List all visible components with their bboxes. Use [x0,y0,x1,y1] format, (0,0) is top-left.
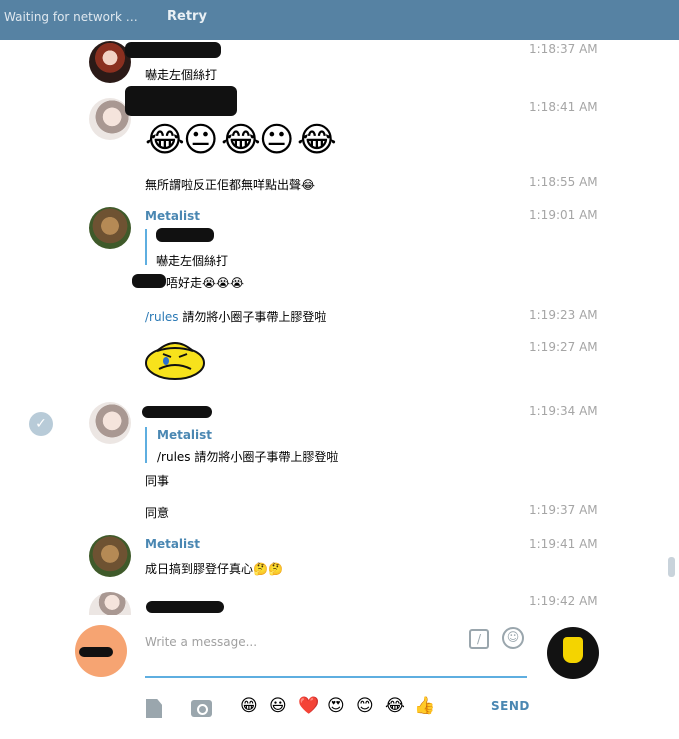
message-text-body: 請勿將小圈子事帶上膠登啦 [178,310,327,324]
quoted-sender[interactable]: Metalist [157,428,212,442]
message-text: /rules 請勿將小圈子事帶上膠登啦 [145,308,326,325]
reply-quote-bar [145,229,147,265]
bot-commands-icon[interactable]: / [469,629,489,649]
message-time: 1:18:55 AM [529,175,598,189]
quoted-text: 嚇走左個絲打 [156,254,229,268]
message-time: 1:19:42 AM [529,594,598,608]
input-underline [145,676,527,678]
message-text: 唔好走😭😭😭 [166,276,245,290]
message-time: 1:19:27 AM [529,340,598,354]
emoji-laugh-cry: 😂 [221,120,261,160]
redacted-name [156,228,214,242]
send-button[interactable]: SEND [491,699,530,713]
quick-emoji-smile[interactable]: 😃 [269,696,287,716]
camera-icon[interactable] [191,700,212,717]
composer: Write a message... / ☺ 😁 😃 ❤️ 😍 😊 😂 👍 SE… [0,615,679,739]
message-time: 1:19:41 AM [529,537,598,551]
quick-emoji-laugh-cry[interactable]: 😂 [385,696,405,716]
message-text: 成日搞到膠登仔真心🤔🤔 [145,562,283,576]
message-time: 1:19:37 AM [529,503,598,517]
reply-quote-bar [145,427,147,463]
chat-avatar[interactable] [547,627,599,679]
quick-emoji-thumbs-up[interactable]: 👍 [414,696,435,716]
redacted-text [132,274,166,288]
redacted-name [79,647,113,657]
message-time: 1:19:23 AM [529,308,598,322]
quick-emoji-grin[interactable]: 😁 [240,696,258,716]
retry-button[interactable]: Retry [167,9,207,24]
message-time: 1:18:37 AM [529,42,598,56]
emoji-picker-icon[interactable]: ☺ [502,627,524,649]
message-time: 1:19:01 AM [529,208,598,222]
quick-emoji-blush[interactable]: 😊 [356,696,374,716]
message-text: 同事 [145,474,170,488]
quick-emoji-heart-eyes[interactable]: 😍 [327,696,345,716]
self-avatar[interactable] [75,625,127,677]
emoji-laugh-cry: 😂 [297,120,337,160]
checkmark-icon[interactable]: ✓ [29,412,53,436]
bot-command-link[interactable]: /rules [145,310,179,324]
message-text: 嚇走左個絲打 [145,68,218,82]
sender-name[interactable]: Metalist [145,537,200,551]
scrollbar-thumb[interactable] [668,557,675,577]
crying-duck-sticker[interactable] [145,339,205,381]
avatar[interactable] [89,207,131,249]
message-text: 無所謂啦反正佢都無咩點出聲😂 [145,178,316,192]
emoji-laugh-cry: 😂 [145,120,185,160]
redacted-name [142,406,212,418]
quoted-text: /rules 請勿將小圈子事帶上膠登啦 [157,450,339,464]
connection-bar: Waiting for network … Retry [0,0,679,40]
sender-name[interactable]: Metalist [145,209,200,223]
attach-file-icon[interactable] [146,699,162,718]
message-time: 1:18:41 AM [529,100,598,114]
emoji-neutral: 😐 [183,120,219,160]
connection-status: Waiting for network … [4,10,138,24]
message-input[interactable]: Write a message... [145,635,257,649]
redacted-name [125,42,221,58]
message-time: 1:19:34 AM [529,404,598,418]
redacted-name [125,86,237,116]
avatar[interactable] [89,402,131,444]
redacted-name [146,601,224,613]
emoji-neutral: 😐 [259,120,295,160]
message-text: 同意 [145,506,170,520]
quick-emoji-heart[interactable]: ❤️ [298,696,319,716]
avatar[interactable] [89,535,131,577]
